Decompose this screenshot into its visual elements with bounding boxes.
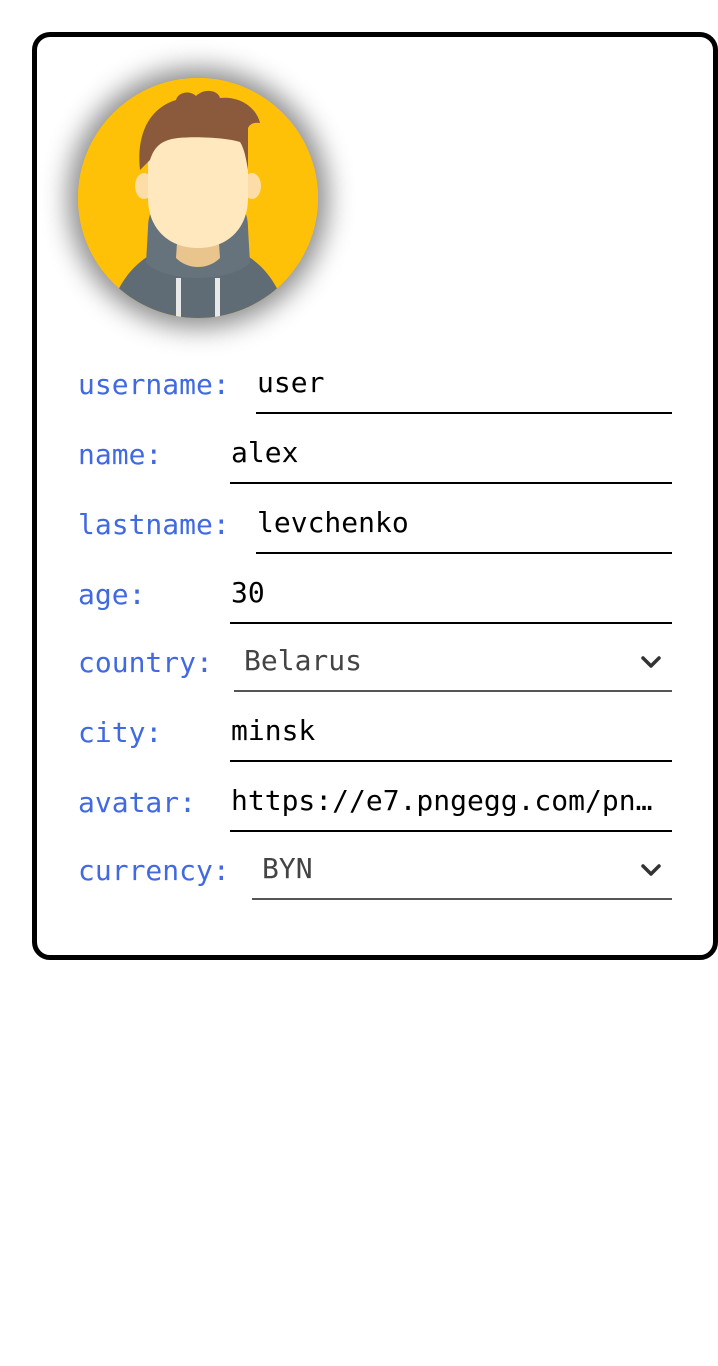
currency-value: BYN (262, 852, 313, 885)
city-label: city: (78, 716, 163, 749)
lastname-value: levchenko (257, 506, 409, 539)
lastname-row: lastname: levchenko (78, 500, 672, 554)
country-label: country: (78, 646, 213, 679)
avatar-url-value: https://e7.pngegg.com/pn… (231, 784, 653, 817)
avatar-url-input[interactable]: https://e7.pngegg.com/pn… (230, 778, 672, 832)
lastname-input[interactable]: levchenko (256, 500, 672, 554)
chevron-down-icon (640, 862, 662, 878)
age-input[interactable]: 30 (230, 570, 672, 624)
city-value: minsk (231, 714, 316, 747)
age-value: 30 (231, 576, 265, 609)
country-row: country: Belarus (78, 638, 672, 692)
city-row: city: minsk (78, 708, 672, 762)
country-value: Belarus (244, 644, 363, 677)
name-label: name: (78, 438, 163, 471)
age-label: age: (78, 578, 146, 611)
age-row: age: 30 (78, 570, 672, 624)
chevron-down-icon (640, 654, 662, 670)
username-value: user (257, 366, 325, 399)
name-row: name: alex (78, 430, 672, 484)
lastname-label: lastname: (78, 508, 230, 541)
username-label: username: (78, 368, 230, 401)
name-input[interactable]: alex (230, 430, 672, 484)
avatar-label: avatar: (78, 786, 197, 819)
username-input[interactable]: user (256, 360, 672, 414)
city-input[interactable]: minsk (230, 708, 672, 762)
name-value: alex (231, 436, 299, 469)
username-row: username: user (78, 360, 672, 414)
currency-label: currency: (78, 854, 230, 887)
avatar-row: avatar: https://e7.pngegg.com/pn… (78, 778, 672, 832)
currency-select[interactable]: BYN (252, 846, 672, 900)
country-select[interactable]: Belarus (234, 638, 672, 692)
currency-row: currency: BYN (78, 846, 672, 900)
user-avatar-icon (78, 78, 318, 318)
